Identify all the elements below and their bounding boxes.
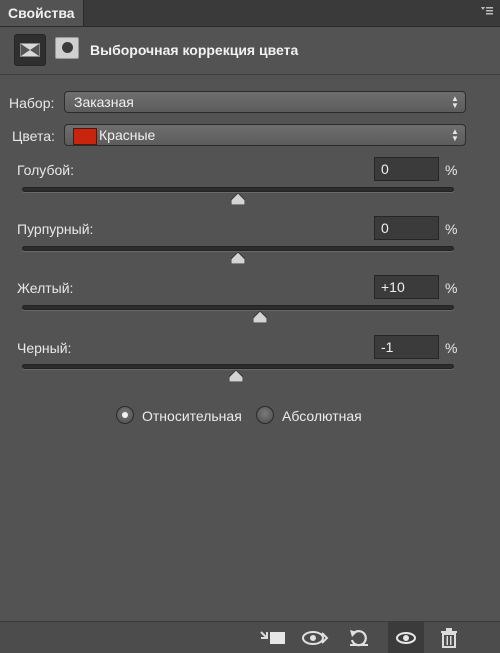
select-arrows-icon: ▲ ▼ xyxy=(451,127,459,143)
cyan-percent: % xyxy=(445,162,458,178)
yellow-value-field[interactable]: +10 xyxy=(374,275,439,299)
cyan-value-field[interactable]: 0 xyxy=(374,157,439,181)
relative-label: Относительная xyxy=(142,408,242,424)
panel-tab-bar: Свойства xyxy=(0,0,500,27)
cyan-label: Голубой: xyxy=(17,162,74,178)
reset-icon[interactable] xyxy=(342,622,376,653)
selective-color-icon[interactable] xyxy=(14,34,46,66)
delete-icon[interactable] xyxy=(432,622,466,653)
preset-select[interactable]: Заказная ▲ ▼ xyxy=(64,91,466,113)
color-swatch xyxy=(73,128,97,145)
preset-label: Набор: xyxy=(9,95,55,111)
select-arrows-icon: ▲ ▼ xyxy=(451,94,459,110)
mask-icon[interactable] xyxy=(55,37,79,59)
black-label: Черный: xyxy=(17,340,72,356)
magenta-value-field[interactable]: 0 xyxy=(374,216,439,240)
yellow-label: Желтый: xyxy=(17,280,74,296)
cyan-slider-thumb[interactable] xyxy=(230,192,246,206)
adjustment-title: Выборочная коррекция цвета xyxy=(90,42,299,58)
panel-menu-icon[interactable] xyxy=(480,5,494,19)
relative-radio[interactable] xyxy=(116,406,134,424)
magenta-slider-thumb[interactable] xyxy=(230,251,246,265)
absolute-radio[interactable] xyxy=(256,406,274,424)
yellow-percent: % xyxy=(445,280,458,296)
magenta-label: Пурпурный: xyxy=(17,221,94,237)
preset-value: Заказная xyxy=(74,94,134,110)
yellow-slider-track[interactable] xyxy=(22,305,454,310)
bottom-toolbar xyxy=(0,621,500,653)
yellow-slider-thumb[interactable] xyxy=(252,310,268,324)
colors-select[interactable]: Красные ▲ ▼ xyxy=(64,124,466,146)
toggle-visibility-icon[interactable] xyxy=(388,622,424,653)
black-percent: % xyxy=(445,340,458,356)
black-value-field[interactable]: -1 xyxy=(374,335,439,359)
absolute-label: Абсолютная xyxy=(282,408,362,424)
colors-label: Цвета: xyxy=(12,128,55,144)
colors-value: Красные xyxy=(99,127,156,143)
magenta-percent: % xyxy=(445,221,458,237)
black-slider-thumb[interactable] xyxy=(228,369,244,383)
divider xyxy=(0,74,500,75)
tab-properties[interactable]: Свойства xyxy=(0,0,84,26)
clip-to-layer-icon[interactable] xyxy=(256,622,290,653)
view-previous-state-icon[interactable] xyxy=(298,622,332,653)
